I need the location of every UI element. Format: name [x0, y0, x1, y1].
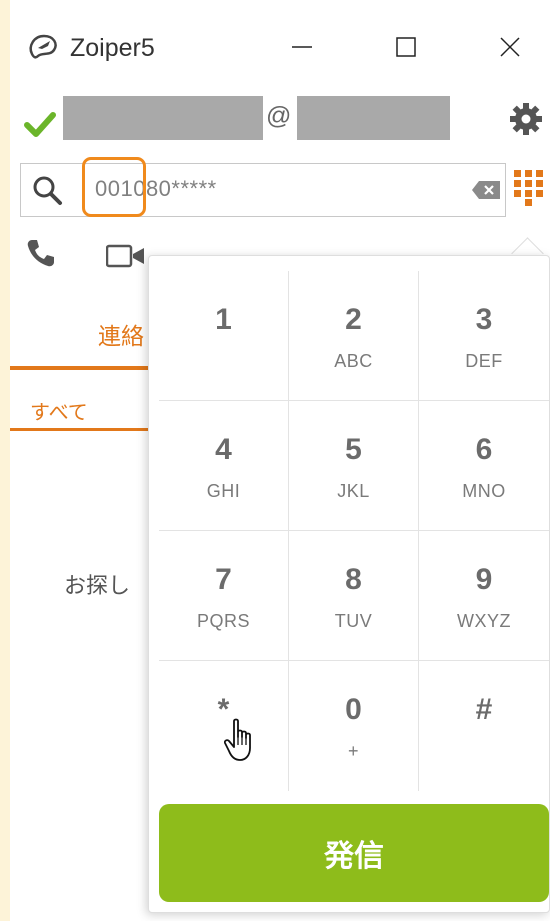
key-9[interactable]: 9 WXYZ — [419, 531, 549, 661]
maximize-icon — [396, 37, 416, 57]
gear-icon[interactable] — [509, 102, 543, 136]
key-digit: 5 — [345, 433, 362, 466]
key-letters: GHI — [206, 481, 241, 501]
key-digit: 1 — [215, 303, 232, 336]
key-3[interactable]: 3 DEF — [419, 271, 549, 401]
key-digit: 3 — [475, 303, 493, 336]
key-digit: 4 — [215, 433, 232, 466]
number-prefix-highlight — [82, 157, 146, 217]
key-digit: # — [475, 693, 493, 726]
key-digit: 6 — [475, 433, 493, 466]
key-letters: TUV — [334, 611, 373, 631]
key-2[interactable]: 2 ABC — [289, 271, 419, 401]
search-icon — [33, 176, 62, 205]
hand-pointer-cursor-icon — [224, 718, 251, 761]
key-0[interactable]: 0 + — [289, 661, 419, 791]
maximize-button[interactable] — [376, 22, 436, 74]
zoiper-logo-icon — [26, 32, 60, 62]
filter-all[interactable]: すべて — [30, 396, 88, 425]
key-4[interactable]: 4 GHI — [159, 401, 289, 531]
key-letters: + — [347, 741, 359, 761]
key-8[interactable]: 8 TUV — [289, 531, 419, 661]
key-letters: DEF — [465, 351, 503, 371]
tab-active-indicator — [10, 366, 150, 370]
video-camera-icon[interactable] — [106, 244, 146, 268]
key-hash[interactable]: # — [419, 661, 549, 791]
key-digit: 8 — [345, 563, 362, 596]
title-bar: Zoiper5 — [10, 0, 550, 90]
key-5[interactable]: 5 JKL — [289, 401, 419, 531]
app-title: Zoiper5 — [70, 34, 155, 62]
zoiper-window: Zoiper5 @ 001080***** 連絡 すべて お探し 1 2 ABC… — [10, 0, 550, 921]
key-digit: 9 — [475, 563, 493, 596]
key-digit: 0 — [345, 693, 362, 726]
registered-check-icon — [24, 112, 56, 137]
key-digit: 2 — [345, 303, 362, 336]
call-button[interactable]: 発信 — [159, 804, 549, 902]
account-username-redacted — [63, 96, 263, 140]
tab-contacts[interactable]: 連絡 — [98, 317, 144, 351]
key-1[interactable]: 1 — [159, 271, 289, 401]
keypad-toggle-icon[interactable] — [514, 170, 544, 206]
dialpad-keys: 1 2 ABC 3 DEF 4 GHI 5 JKL 6 MNO 7 PQRS 8 TUV 9 W… — [159, 271, 549, 791]
key-letters: PQRS — [196, 611, 250, 631]
close-icon — [500, 37, 520, 57]
account-at-sign: @ — [266, 102, 292, 130]
account-row: @ — [10, 96, 550, 156]
backspace-icon[interactable] — [471, 180, 501, 200]
filter-active-indicator — [10, 428, 150, 431]
minimize-icon — [292, 46, 312, 48]
key-letters: MNO — [462, 481, 506, 501]
account-domain-redacted — [297, 96, 450, 140]
close-button[interactable] — [480, 22, 540, 74]
key-7[interactable]: 7 PQRS — [159, 531, 289, 661]
phone-icon[interactable] — [26, 238, 56, 268]
empty-search-hint: お探し — [64, 573, 131, 598]
key-digit: 7 — [215, 563, 232, 596]
key-letters: JKL — [337, 481, 370, 501]
key-letters: ABC — [334, 351, 373, 371]
minimize-button[interactable] — [272, 22, 332, 74]
key-letters: WXYZ — [457, 611, 511, 631]
key-6[interactable]: 6 MNO — [419, 401, 549, 531]
dialpad-popup: 1 2 ABC 3 DEF 4 GHI 5 JKL 6 MNO 7 PQRS 8 TUV 9 W… — [148, 255, 550, 913]
